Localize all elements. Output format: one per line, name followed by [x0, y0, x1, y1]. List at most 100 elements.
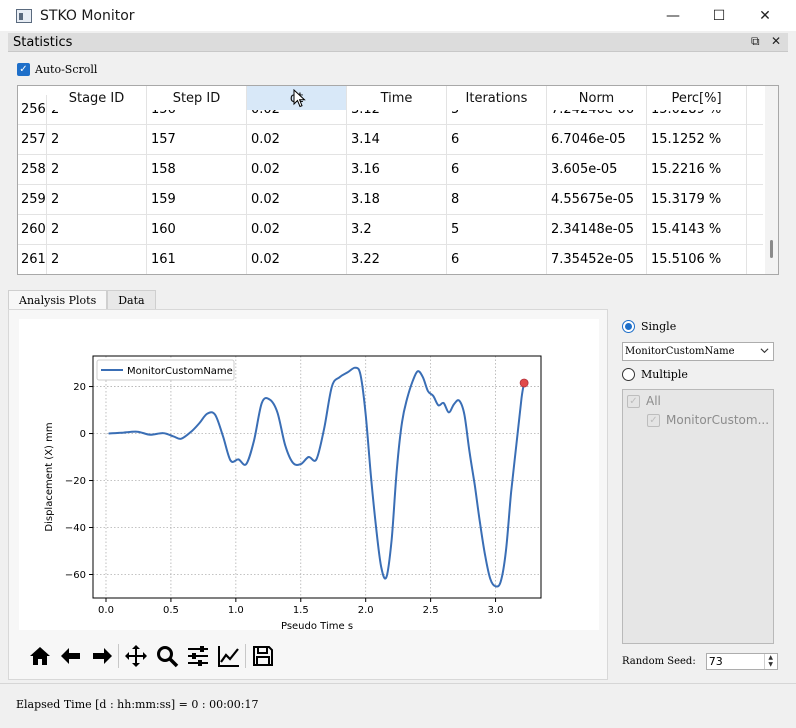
tree-item-all: ✓ All: [627, 394, 661, 408]
x-tick-label: 0.0: [98, 605, 114, 616]
cell-iterations[interactable]: 6: [447, 245, 547, 274]
auto-scroll-checkbox[interactable]: ✓ Auto-Scroll: [17, 63, 97, 76]
y-tick-label: 20: [73, 382, 86, 393]
cell-stage[interactable]: 2: [47, 185, 147, 214]
series-line-monitorcustomname: [108, 366, 526, 588]
row-header[interactable]: 257: [18, 125, 47, 154]
cell-norm[interactable]: 7.35452e-05: [547, 245, 647, 274]
checkbox-check-icon[interactable]: ✓: [17, 63, 30, 76]
cell-step[interactable]: 158: [147, 155, 247, 184]
y-axis-label: Displacement (X) mm: [44, 422, 55, 531]
cell-time[interactable]: 3.16: [347, 155, 447, 184]
table-row[interactable]: 260 2 160 0.02 3.2 5 2.34148e-05 15.4143…: [18, 215, 763, 245]
pan-move-icon[interactable]: [120, 642, 151, 670]
cell-stage[interactable]: 2: [47, 125, 147, 154]
table-row[interactable]: 258 2 158 0.02 3.16 6 3.605e-05 15.2216 …: [18, 155, 763, 185]
column-header-norm[interactable]: Norm: [547, 86, 647, 110]
table-vertical-scrollbar[interactable]: [765, 86, 778, 274]
spin-arrows-icon[interactable]: ▲ ▼: [763, 654, 777, 669]
cell-time[interactable]: 3.14: [347, 125, 447, 154]
cell-perc[interactable]: 15.4143 %: [647, 215, 747, 244]
random-seed-row: Random Seed: 73 ▲ ▼: [622, 653, 778, 670]
status-separator: [0, 683, 796, 684]
cell-iterations[interactable]: 8: [447, 185, 547, 214]
row-header[interactable]: 259: [18, 185, 47, 214]
cell-iterations[interactable]: 6: [447, 155, 547, 184]
cell-iterations[interactable]: 6: [447, 125, 547, 154]
back-arrow-icon[interactable]: [55, 642, 86, 670]
cell-dt[interactable]: 0.02: [247, 185, 347, 214]
cell-dt[interactable]: 0.02: [247, 155, 347, 184]
chevron-down-icon: [760, 348, 769, 354]
column-header-perc[interactable]: Perc[%]: [647, 86, 747, 110]
save-icon[interactable]: [247, 642, 278, 670]
column-header-iterations[interactable]: Iterations: [447, 86, 547, 110]
window-title: STKO Monitor: [40, 7, 135, 24]
cell-step[interactable]: 157: [147, 125, 247, 154]
tab-analysis-plots[interactable]: Analysis Plots: [8, 290, 108, 310]
cell-dt[interactable]: 0.02: [247, 215, 347, 244]
cell-time[interactable]: 3.22: [347, 245, 447, 274]
x-tick-label: 2.5: [423, 605, 439, 616]
cell-dt[interactable]: 0.02: [247, 125, 347, 154]
multiple-label: Multiple: [641, 368, 688, 381]
random-seed-label: Random Seed:: [622, 656, 696, 667]
cell-stage[interactable]: 2: [47, 155, 147, 184]
scrollbar-thumb[interactable]: [770, 240, 773, 258]
home-icon[interactable]: [24, 642, 55, 670]
close-button[interactable]: ✕: [742, 0, 788, 31]
cell-time[interactable]: 3.18: [347, 185, 447, 214]
statistics-dock-header: Statistics ⧉ ✕: [8, 33, 788, 52]
column-header-step-id[interactable]: Step ID: [147, 86, 247, 110]
x-tick-label: 3.0: [488, 605, 504, 616]
monitor-selection-panel: Single MonitorCustomName Multiple ✓ All …: [612, 309, 784, 680]
monitor-dropdown[interactable]: MonitorCustomName: [622, 342, 774, 361]
cell-stage[interactable]: 2: [47, 215, 147, 244]
multiple-radio[interactable]: Multiple: [622, 368, 688, 381]
table-body: 256 2 156 0.02 3.12 5 7.24246e-06 15.028…: [18, 95, 763, 274]
plot-canvas[interactable]: 0.0 0.5 1.0 1.5 2.0 2.5 3.0 20 0 −20 −40 −60 Monito…: [19, 319, 599, 630]
row-header[interactable]: 260: [18, 215, 47, 244]
table-row[interactable]: 259 2 159 0.02 3.18 8 4.55675e-05 15.317…: [18, 185, 763, 215]
radio-button[interactable]: [622, 368, 635, 381]
table-row[interactable]: 257 2 157 0.02 3.14 6 6.7046e-05 15.1252…: [18, 125, 763, 155]
cell-dt[interactable]: 0.02: [247, 245, 347, 274]
cell-perc[interactable]: 15.2216 %: [647, 155, 747, 184]
column-header-stage-id[interactable]: Stage ID: [47, 86, 147, 110]
table-row[interactable]: 261 2 161 0.02 3.22 6 7.35452e-05 15.510…: [18, 245, 763, 274]
row-header[interactable]: 261: [18, 245, 47, 274]
row-header[interactable]: 256: [18, 95, 47, 124]
elapsed-time-status: Elapsed Time [d : hh:mm:ss] = 0 : 00:00:…: [16, 698, 259, 711]
tab-data[interactable]: Data: [107, 290, 156, 310]
forward-arrow-icon[interactable]: [86, 642, 117, 670]
row-header[interactable]: 258: [18, 155, 47, 184]
auto-scroll-label: Auto-Scroll: [35, 63, 98, 76]
displacement-chart[interactable]: 0.0 0.5 1.0 1.5 2.0 2.5 3.0 20 0 −20 −40 −60 Monito…: [19, 319, 599, 630]
column-header-time[interactable]: Time: [347, 86, 447, 110]
cell-time[interactable]: 3.2: [347, 215, 447, 244]
maximize-button[interactable]: ☐: [696, 0, 742, 31]
configure-subplots-icon[interactable]: [182, 642, 213, 670]
cell-perc[interactable]: 15.3179 %: [647, 185, 747, 214]
cell-perc[interactable]: 15.1252 %: [647, 125, 747, 154]
cell-norm[interactable]: 4.55675e-05: [547, 185, 647, 214]
cell-perc[interactable]: 15.5106 %: [647, 245, 747, 274]
cell-step[interactable]: 160: [147, 215, 247, 244]
cell-step[interactable]: 159: [147, 185, 247, 214]
zoom-magnifier-icon[interactable]: [151, 642, 182, 670]
minimize-button[interactable]: —: [650, 0, 696, 31]
radio-button[interactable]: [622, 320, 635, 333]
cell-iterations[interactable]: 5: [447, 215, 547, 244]
dock-float-icon[interactable]: ⧉: [751, 34, 760, 49]
cell-step[interactable]: 161: [147, 245, 247, 274]
toolbar-separator: [245, 644, 246, 668]
cell-norm[interactable]: 6.7046e-05: [547, 125, 647, 154]
cell-norm[interactable]: 3.605e-05: [547, 155, 647, 184]
y-tick-label: −60: [65, 570, 86, 581]
single-radio[interactable]: Single: [622, 320, 676, 333]
cell-norm[interactable]: 2.34148e-05: [547, 215, 647, 244]
random-seed-spinbox[interactable]: 73 ▲ ▼: [705, 653, 778, 670]
cell-stage[interactable]: 2: [47, 245, 147, 274]
dock-close-icon[interactable]: ✕: [771, 34, 781, 48]
edit-axes-icon[interactable]: [213, 642, 244, 670]
